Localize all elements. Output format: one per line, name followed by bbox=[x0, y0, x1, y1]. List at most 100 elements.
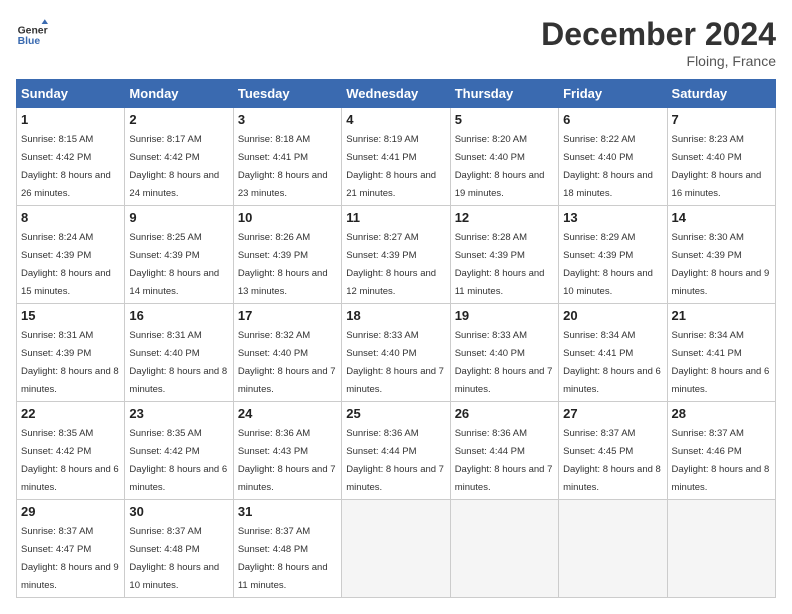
calendar-cell: 15Sunrise: 8:31 AMSunset: 4:39 PMDayligh… bbox=[17, 304, 125, 402]
weekday-header-wednesday: Wednesday bbox=[342, 80, 450, 108]
calendar-cell: 21Sunrise: 8:34 AMSunset: 4:41 PMDayligh… bbox=[667, 304, 775, 402]
calendar-cell: 14 Sunrise: 8:30 AMSunset: 4:39 PMDayligh… bbox=[667, 206, 775, 304]
day-number: 17 bbox=[238, 308, 337, 323]
day-number: 21 bbox=[672, 308, 771, 323]
day-info: Sunrise: 8:23 AMSunset: 4:40 PMDaylight:… bbox=[672, 134, 762, 199]
calendar-week-row: 1Sunrise: 8:15 AMSunset: 4:42 PMDaylight… bbox=[17, 108, 776, 206]
day-number: 20 bbox=[563, 308, 662, 323]
calendar-cell: 20 Sunrise: 8:34 AMSunset: 4:41 PMDayligh… bbox=[559, 304, 667, 402]
weekday-header-tuesday: Tuesday bbox=[233, 80, 341, 108]
day-info: Sunrise: 8:17 AMSunset: 4:42 PMDaylight:… bbox=[129, 134, 219, 199]
day-info: Sunrise: 8:24 AMSunset: 4:39 PMDaylight:… bbox=[21, 232, 111, 297]
calendar-cell: 3 Sunrise: 8:18 AMSunset: 4:41 PMDaylight… bbox=[233, 108, 341, 206]
logo-icon: General Blue bbox=[16, 16, 48, 48]
month-title: December 2024 bbox=[541, 16, 776, 53]
calendar-cell bbox=[450, 500, 558, 598]
calendar-week-row: 15Sunrise: 8:31 AMSunset: 4:39 PMDayligh… bbox=[17, 304, 776, 402]
day-number: 12 bbox=[455, 210, 554, 225]
day-number: 30 bbox=[129, 504, 228, 519]
calendar-cell: 13 Sunrise: 8:29 AMSunset: 4:39 PMDayligh… bbox=[559, 206, 667, 304]
day-info: Sunrise: 8:36 AMSunset: 4:43 PMDaylight:… bbox=[238, 428, 336, 493]
day-number: 22 bbox=[21, 406, 120, 421]
calendar-cell: 4 Sunrise: 8:19 AMSunset: 4:41 PMDaylight… bbox=[342, 108, 450, 206]
day-info: Sunrise: 8:20 AMSunset: 4:40 PMDaylight:… bbox=[455, 134, 545, 199]
logo: General Blue bbox=[16, 16, 48, 48]
calendar-cell: 9 Sunrise: 8:25 AMSunset: 4:39 PMDaylight… bbox=[125, 206, 233, 304]
calendar-cell bbox=[342, 500, 450, 598]
day-number: 24 bbox=[238, 406, 337, 421]
day-number: 9 bbox=[129, 210, 228, 225]
calendar-cell bbox=[667, 500, 775, 598]
day-info: Sunrise: 8:37 AMSunset: 4:48 PMDaylight:… bbox=[238, 526, 328, 591]
day-info: Sunrise: 8:29 AMSunset: 4:39 PMDaylight:… bbox=[563, 232, 653, 297]
weekday-header-row: SundayMondayTuesdayWednesdayThursdayFrid… bbox=[17, 80, 776, 108]
day-info: Sunrise: 8:37 AMSunset: 4:48 PMDaylight:… bbox=[129, 526, 219, 591]
calendar-cell: 17 Sunrise: 8:32 AMSunset: 4:40 PMDayligh… bbox=[233, 304, 341, 402]
day-info: Sunrise: 8:37 AMSunset: 4:47 PMDaylight:… bbox=[21, 526, 119, 591]
day-info: Sunrise: 8:35 AMSunset: 4:42 PMDaylight:… bbox=[129, 428, 227, 493]
day-info: Sunrise: 8:33 AMSunset: 4:40 PMDaylight:… bbox=[455, 330, 553, 395]
title-block: December 2024 Floing, France bbox=[541, 16, 776, 69]
calendar-cell: 8 Sunrise: 8:24 AMSunset: 4:39 PMDaylight… bbox=[17, 206, 125, 304]
calendar-cell: 12 Sunrise: 8:28 AMSunset: 4:39 PMDayligh… bbox=[450, 206, 558, 304]
calendar-cell: 18 Sunrise: 8:33 AMSunset: 4:40 PMDayligh… bbox=[342, 304, 450, 402]
day-number: 26 bbox=[455, 406, 554, 421]
page-header: General Blue December 2024 Floing, Franc… bbox=[16, 16, 776, 69]
calendar-cell bbox=[559, 500, 667, 598]
weekday-header-thursday: Thursday bbox=[450, 80, 558, 108]
calendar-week-row: 22 Sunrise: 8:35 AMSunset: 4:42 PMDayligh… bbox=[17, 402, 776, 500]
day-info: Sunrise: 8:19 AMSunset: 4:41 PMDaylight:… bbox=[346, 134, 436, 199]
day-info: Sunrise: 8:36 AMSunset: 4:44 PMDaylight:… bbox=[455, 428, 553, 493]
calendar-cell: 5Sunrise: 8:20 AMSunset: 4:40 PMDaylight… bbox=[450, 108, 558, 206]
day-number: 14 bbox=[672, 210, 771, 225]
weekday-header-sunday: Sunday bbox=[17, 80, 125, 108]
calendar-cell: 6Sunrise: 8:22 AMSunset: 4:40 PMDaylight… bbox=[559, 108, 667, 206]
weekday-header-saturday: Saturday bbox=[667, 80, 775, 108]
day-number: 10 bbox=[238, 210, 337, 225]
day-number: 8 bbox=[21, 210, 120, 225]
day-info: Sunrise: 8:37 AMSunset: 4:46 PMDaylight:… bbox=[672, 428, 770, 493]
day-number: 2 bbox=[129, 112, 228, 127]
day-number: 27 bbox=[563, 406, 662, 421]
day-number: 3 bbox=[238, 112, 337, 127]
day-info: Sunrise: 8:34 AMSunset: 4:41 PMDaylight:… bbox=[563, 330, 661, 395]
calendar-week-row: 8 Sunrise: 8:24 AMSunset: 4:39 PMDaylight… bbox=[17, 206, 776, 304]
calendar-cell: 31Sunrise: 8:37 AMSunset: 4:48 PMDayligh… bbox=[233, 500, 341, 598]
calendar-cell: 11 Sunrise: 8:27 AMSunset: 4:39 PMDayligh… bbox=[342, 206, 450, 304]
day-info: Sunrise: 8:28 AMSunset: 4:39 PMDaylight:… bbox=[455, 232, 545, 297]
day-info: Sunrise: 8:30 AMSunset: 4:39 PMDaylight:… bbox=[672, 232, 770, 297]
day-number: 18 bbox=[346, 308, 445, 323]
day-number: 11 bbox=[346, 210, 445, 225]
day-info: Sunrise: 8:25 AMSunset: 4:39 PMDaylight:… bbox=[129, 232, 219, 297]
svg-text:General: General bbox=[18, 26, 48, 37]
day-number: 23 bbox=[129, 406, 228, 421]
calendar-cell: 25Sunrise: 8:36 AMSunset: 4:44 PMDayligh… bbox=[342, 402, 450, 500]
day-number: 19 bbox=[455, 308, 554, 323]
calendar-cell: 2 Sunrise: 8:17 AMSunset: 4:42 PMDaylight… bbox=[125, 108, 233, 206]
weekday-header-friday: Friday bbox=[559, 80, 667, 108]
day-number: 28 bbox=[672, 406, 771, 421]
day-number: 1 bbox=[21, 112, 120, 127]
calendar-cell: 10 Sunrise: 8:26 AMSunset: 4:39 PMDayligh… bbox=[233, 206, 341, 304]
calendar-cell: 19 Sunrise: 8:33 AMSunset: 4:40 PMDayligh… bbox=[450, 304, 558, 402]
calendar-cell: 26 Sunrise: 8:36 AMSunset: 4:44 PMDayligh… bbox=[450, 402, 558, 500]
day-info: Sunrise: 8:31 AMSunset: 4:39 PMDaylight:… bbox=[21, 330, 119, 395]
calendar-cell: 28 Sunrise: 8:37 AMSunset: 4:46 PMDayligh… bbox=[667, 402, 775, 500]
day-number: 16 bbox=[129, 308, 228, 323]
calendar-cell: 22 Sunrise: 8:35 AMSunset: 4:42 PMDayligh… bbox=[17, 402, 125, 500]
day-info: Sunrise: 8:35 AMSunset: 4:42 PMDaylight:… bbox=[21, 428, 119, 493]
svg-text:Blue: Blue bbox=[18, 36, 41, 47]
day-info: Sunrise: 8:18 AMSunset: 4:41 PMDaylight:… bbox=[238, 134, 328, 199]
day-info: Sunrise: 8:33 AMSunset: 4:40 PMDaylight:… bbox=[346, 330, 444, 395]
calendar-cell: 24 Sunrise: 8:36 AMSunset: 4:43 PMDayligh… bbox=[233, 402, 341, 500]
day-info: Sunrise: 8:26 AMSunset: 4:39 PMDaylight:… bbox=[238, 232, 328, 297]
day-info: Sunrise: 8:27 AMSunset: 4:39 PMDaylight:… bbox=[346, 232, 436, 297]
calendar-cell: 16Sunrise: 8:31 AMSunset: 4:40 PMDayligh… bbox=[125, 304, 233, 402]
day-number: 13 bbox=[563, 210, 662, 225]
calendar-table: SundayMondayTuesdayWednesdayThursdayFrid… bbox=[16, 79, 776, 598]
calendar-cell: 27 Sunrise: 8:37 AMSunset: 4:45 PMDayligh… bbox=[559, 402, 667, 500]
calendar-cell: 1Sunrise: 8:15 AMSunset: 4:42 PMDaylight… bbox=[17, 108, 125, 206]
day-info: Sunrise: 8:32 AMSunset: 4:40 PMDaylight:… bbox=[238, 330, 336, 395]
day-number: 4 bbox=[346, 112, 445, 127]
day-info: Sunrise: 8:37 AMSunset: 4:45 PMDaylight:… bbox=[563, 428, 661, 493]
